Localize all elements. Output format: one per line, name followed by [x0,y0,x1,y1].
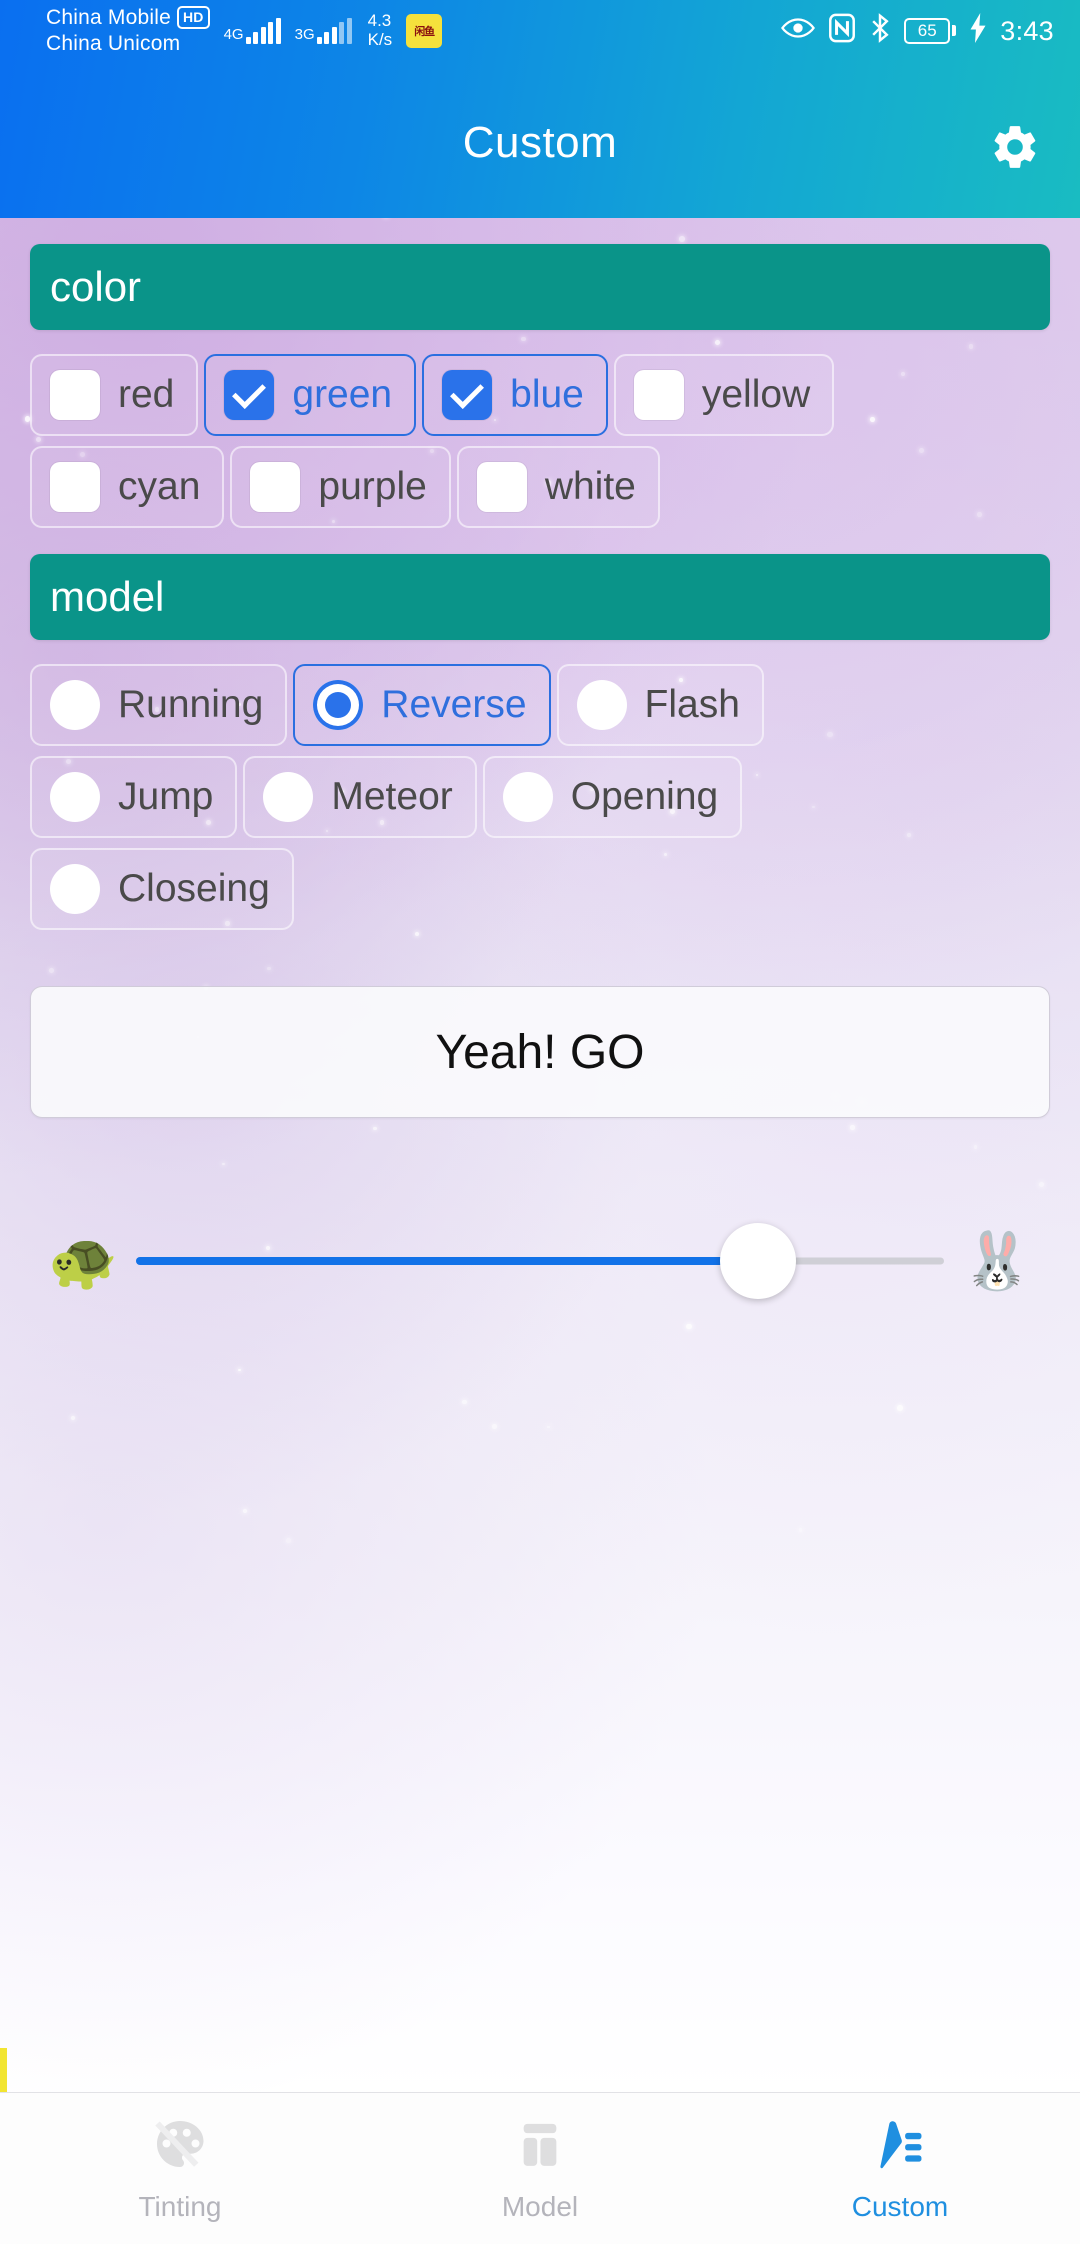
color-options-row-1: red green blue yellow [24,344,1056,436]
checkbox-option-white[interactable]: white [456,446,660,528]
battery-level-label: 65 [904,18,951,44]
page-title: Custom [462,118,618,167]
radio-icon[interactable] [313,680,364,730]
checkbox-icon[interactable] [50,462,100,512]
checkbox-label: yellow [701,373,811,416]
status-bar-right: 65 3:43 [781,13,1054,49]
carrier-primary-label: China Mobile [46,5,171,29]
nav-item-model[interactable]: Model [360,2093,720,2244]
radio-option-jump[interactable]: Jump [30,756,238,838]
model-options-group: Running Reverse Flash Jump Meteor Openin… [24,640,1056,930]
eye-icon [781,15,816,47]
radio-label: Running [118,683,264,726]
radio-label: Flash [644,683,740,726]
grid-icon [512,2115,568,2177]
slider-fill [136,1257,759,1265]
pen-list-icon [872,2115,928,2177]
clock-label: 3:43 [1000,15,1054,46]
nav-label: Tinting [138,2190,222,2222]
slider-track[interactable] [136,1206,944,1316]
nav-label: Model [501,2190,579,2222]
checkbox-label: cyan [118,465,201,508]
lightning-bolt-icon [969,13,987,49]
rabbit-icon: 🐰 [962,1229,1032,1292]
checkbox-icon[interactable] [224,370,275,420]
color-options-group: red green blue yellow cyan purple white [24,330,1056,528]
model-options-row-3: Closeing [24,838,1056,930]
radio-label: Jump [118,775,214,818]
speed-slider: 🐢 🐰 [48,1206,1032,1316]
signal-strength-3g: 3G [295,18,352,44]
turtle-icon: 🐢 [48,1229,118,1292]
checkbox-icon[interactable] [476,462,527,512]
hd-badge: HD [176,6,210,30]
palette-icon [150,2115,210,2177]
checkbox-icon[interactable] [250,462,301,512]
radio-icon[interactable] [50,772,100,822]
radio-option-reverse[interactable]: Reverse [293,664,551,746]
radio-option-running[interactable]: Running [30,664,288,746]
checkbox-option-yellow[interactable]: yellow [613,354,835,436]
main-content: color red green blue yellow cyan purple … [0,218,1080,1316]
radio-icon[interactable] [263,772,314,822]
radio-label: Opening [570,775,719,818]
slider-thumb[interactable] [720,1223,797,1299]
radio-icon[interactable] [50,864,100,914]
nav-item-custom[interactable]: Custom [720,2093,1080,2244]
status-bar: China Mobile HD China Unicom 4G 3G 4.3 K… [0,0,1080,62]
gear-icon[interactable] [986,118,1044,176]
checkbox-option-cyan[interactable]: cyan [30,446,225,528]
nav-item-tinting[interactable]: Tinting [0,2093,360,2244]
bluetooth-icon [869,13,891,49]
screen-edge-sliver [0,2048,7,2092]
radio-icon[interactable] [502,772,553,822]
network-type-label-3g: 3G [294,26,315,43]
bottom-navigation: Tinting Model Custom [0,2092,1080,2244]
signal-strength-4g: 4G [224,18,281,44]
battery-indicator: 65 [904,18,957,44]
checkbox-label: red [118,373,175,416]
radio-label: Meteor [331,775,453,818]
checkbox-label: green [292,373,393,416]
checkbox-icon[interactable] [442,370,493,420]
network-speed-unit: K/s [367,30,393,49]
checkbox-option-red[interactable]: red [30,354,199,436]
checkbox-icon[interactable] [633,370,684,420]
radio-label: Closeing [118,867,270,910]
radio-label: Reverse [381,683,527,726]
nfc-icon [828,13,856,49]
app-screen: Custom China Mobile HD China Unicom 4G 3… [0,0,1080,2244]
signal-bars-icon [245,18,281,44]
carrier-secondary-label: China Unicom [46,32,181,55]
battery-cap-icon [952,25,957,37]
nav-label: Custom [851,2190,949,2222]
radio-option-opening[interactable]: Opening [482,756,743,838]
checkbox-label: purple [318,465,427,508]
checkbox-option-purple[interactable]: purple [230,446,451,528]
checkbox-option-green[interactable]: green [204,354,417,436]
radio-option-closeing[interactable]: Closeing [30,848,294,930]
go-button[interactable]: Yeah! GO [30,986,1050,1118]
network-speed: 4.3 K/s [368,12,393,49]
carrier-names: China Mobile HD China Unicom [46,5,210,58]
model-section-header: model [30,554,1050,640]
checkbox-label: white [544,465,636,508]
app-notification-badge-icon: 闲鱼 [406,14,443,48]
radio-option-meteor[interactable]: Meteor [243,756,477,838]
checkbox-label: blue [510,373,584,416]
radio-icon[interactable] [50,680,100,730]
signal-bars-icon-secondary [316,18,352,44]
radio-icon[interactable] [576,680,627,730]
checkbox-option-blue[interactable]: blue [422,354,608,436]
checkbox-icon[interactable] [50,370,100,420]
radio-option-flash[interactable]: Flash [556,664,764,746]
network-speed-value: 4.3 [367,11,392,31]
network-type-label-4g: 4G [223,26,244,43]
model-options-row-2: Jump Meteor Opening [24,746,1056,838]
color-options-row-2: cyan purple white [24,436,1056,528]
color-section-header: color [30,244,1050,330]
model-options-row-1: Running Reverse Flash [24,654,1056,746]
